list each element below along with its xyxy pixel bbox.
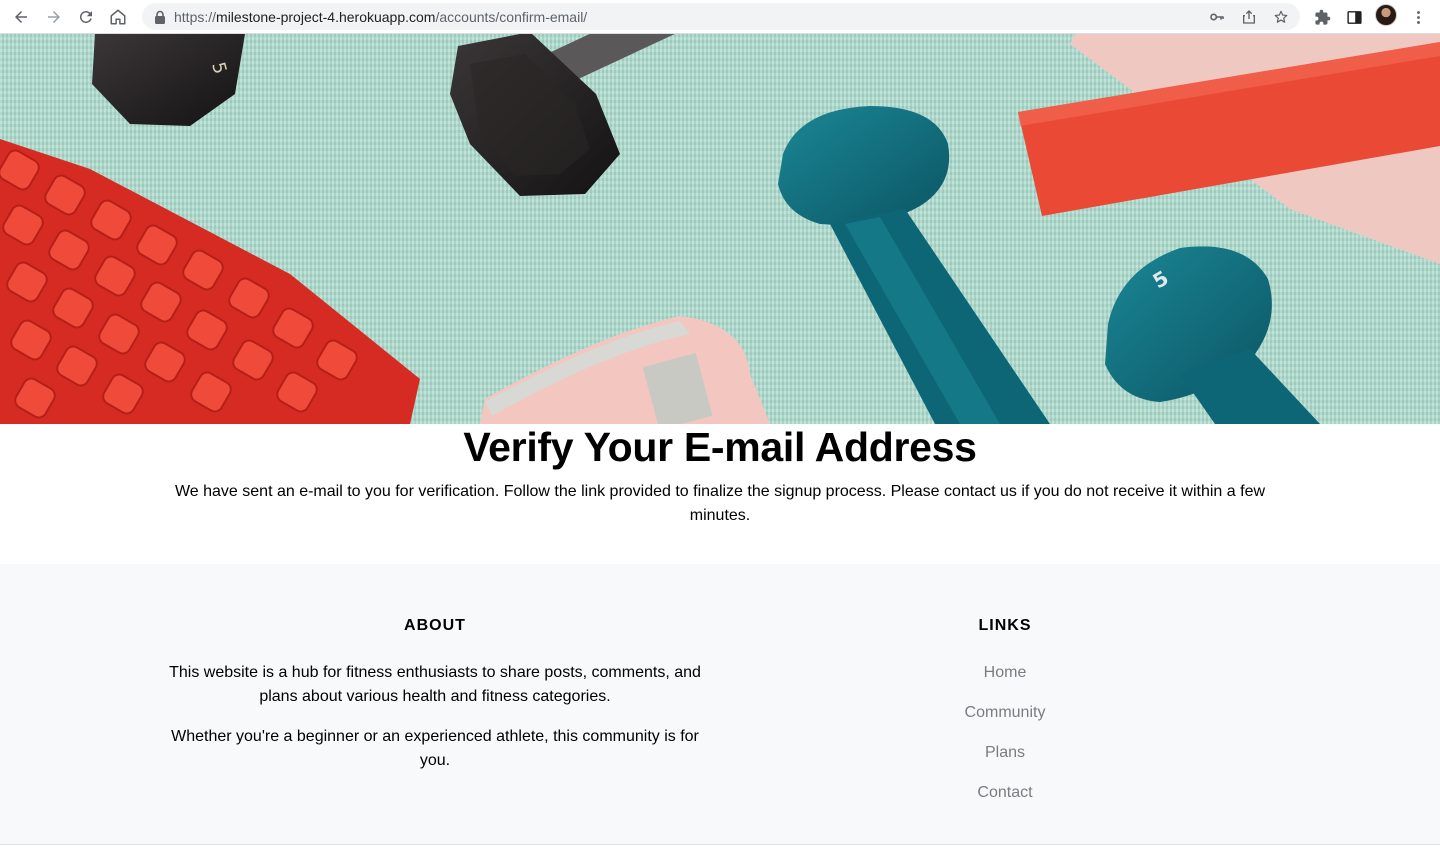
page-title: Verify Your E-mail Address: [463, 424, 977, 470]
footer-link-contact[interactable]: Contact: [977, 781, 1032, 805]
footer-links-heading: LINKS: [978, 617, 1032, 634]
footer-link-home[interactable]: Home: [984, 661, 1027, 685]
home-icon[interactable]: [106, 5, 130, 29]
teal-dumbbell-1: [778, 106, 1050, 424]
verification-message: We have sent an e-mail to you for verifi…: [174, 483, 1266, 524]
more-menu-icon[interactable]: [1406, 5, 1430, 29]
back-icon[interactable]: [9, 5, 33, 29]
footer-about-heading: ABOUT: [404, 617, 466, 634]
footer-about-section: ABOUT This website is a hub for fitness …: [160, 564, 710, 773]
black-dumbbell-small: 5: [92, 34, 245, 126]
address-bar[interactable]: https://milestone-project-4.herokuapp.co…: [142, 3, 1300, 30]
extensions-icon[interactable]: [1310, 5, 1334, 29]
lock-icon[interactable]: [154, 10, 166, 24]
footer-link-plans[interactable]: Plans: [985, 741, 1025, 765]
reload-icon[interactable]: [74, 5, 98, 29]
footer-divider: [0, 844, 1440, 845]
share-icon[interactable]: [1239, 7, 1259, 27]
footer-links-list: Home Community Plans Contact: [860, 661, 1150, 821]
side-panel-icon[interactable]: [1342, 5, 1366, 29]
key-icon[interactable]: [1207, 7, 1227, 27]
footer-link-community[interactable]: Community: [965, 701, 1046, 725]
site-footer: ABOUT This website is a hub for fitness …: [0, 564, 1440, 845]
url-text: https://milestone-project-4.herokuapp.co…: [174, 8, 588, 25]
profile-avatar[interactable]: [1375, 4, 1397, 26]
black-dumbbell-large: [450, 34, 688, 196]
footer-about-text-2: Whether you're a beginner or an experien…: [171, 728, 699, 769]
star-icon[interactable]: [1271, 7, 1291, 27]
footer-about-text-1: This website is a hub for fitness enthus…: [169, 664, 701, 705]
teal-dumbbell-2: 5: [1105, 246, 1320, 424]
forward-icon[interactable]: [42, 5, 66, 29]
pink-wrist-weight: [480, 316, 770, 424]
hero-banner: 5 5: [0, 34, 1440, 424]
footer-links-section: LINKS Home Community Plans Contact: [860, 564, 1150, 821]
foam-roller: [0, 139, 420, 424]
browser-toolbar: https://milestone-project-4.herokuapp.co…: [0, 0, 1440, 34]
fitness-equipment-illustration: 5 5: [0, 34, 1440, 424]
